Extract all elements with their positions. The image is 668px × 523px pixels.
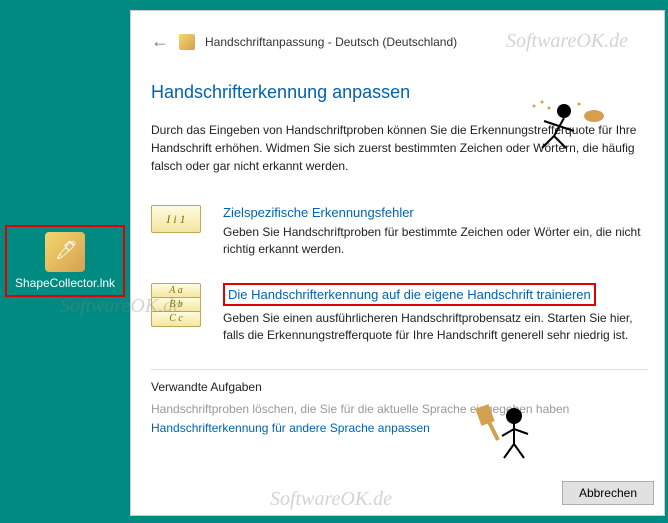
back-arrow-icon[interactable]: ←	[151, 31, 169, 52]
related-title: Verwandte Aufgaben	[151, 380, 648, 394]
page-title: Handschrifterkennung anpassen	[151, 82, 648, 103]
option-icon-chars: I i 1	[151, 205, 205, 233]
intro-text: Durch das Eingeben von Handschriftproben…	[151, 121, 648, 175]
breadcrumb: ← Handschriftanpassung - Deutsch (Deutsc…	[151, 31, 648, 52]
handwriting-window: ← Handschriftanpassung - Deutsch (Deutsc…	[130, 10, 665, 516]
option-target-errors[interactable]: I i 1 Zielspezifische Erkennungsfehler G…	[151, 205, 648, 259]
cancel-button[interactable]: Abbrechen	[562, 481, 654, 505]
related-tasks: Verwandte Aufgaben Handschriftproben lös…	[151, 380, 648, 438]
related-link-delete: Handschriftproben löschen, die Sie für d…	[151, 400, 648, 419]
shortcut-label: ShapeCollector.lnk	[9, 276, 121, 290]
related-link-other-lang[interactable]: Handschrifterkennung für andere Sprache …	[151, 419, 648, 438]
option-title-highlighted: Die Handschrifterkennung auf die eigene …	[223, 283, 596, 306]
divider	[151, 369, 648, 370]
breadcrumb-title: Handschriftanpassung - Deutsch (Deutschl…	[205, 35, 457, 49]
option-train-handwriting[interactable]: A a B b C c Die Handschrifterkennung auf…	[151, 283, 648, 345]
option-desc: Geben Sie Handschriftproben für bestimmt…	[223, 224, 648, 259]
desktop-shortcut[interactable]: ShapeCollector.lnk	[5, 225, 125, 297]
option-icon-alphabet: A a B b C c	[151, 283, 205, 325]
option-title: Zielspezifische Erkennungsfehler	[223, 205, 648, 220]
option-desc: Geben Sie einen ausführlicheren Handschr…	[223, 310, 648, 345]
app-icon	[179, 34, 195, 50]
shortcut-icon	[45, 232, 85, 272]
